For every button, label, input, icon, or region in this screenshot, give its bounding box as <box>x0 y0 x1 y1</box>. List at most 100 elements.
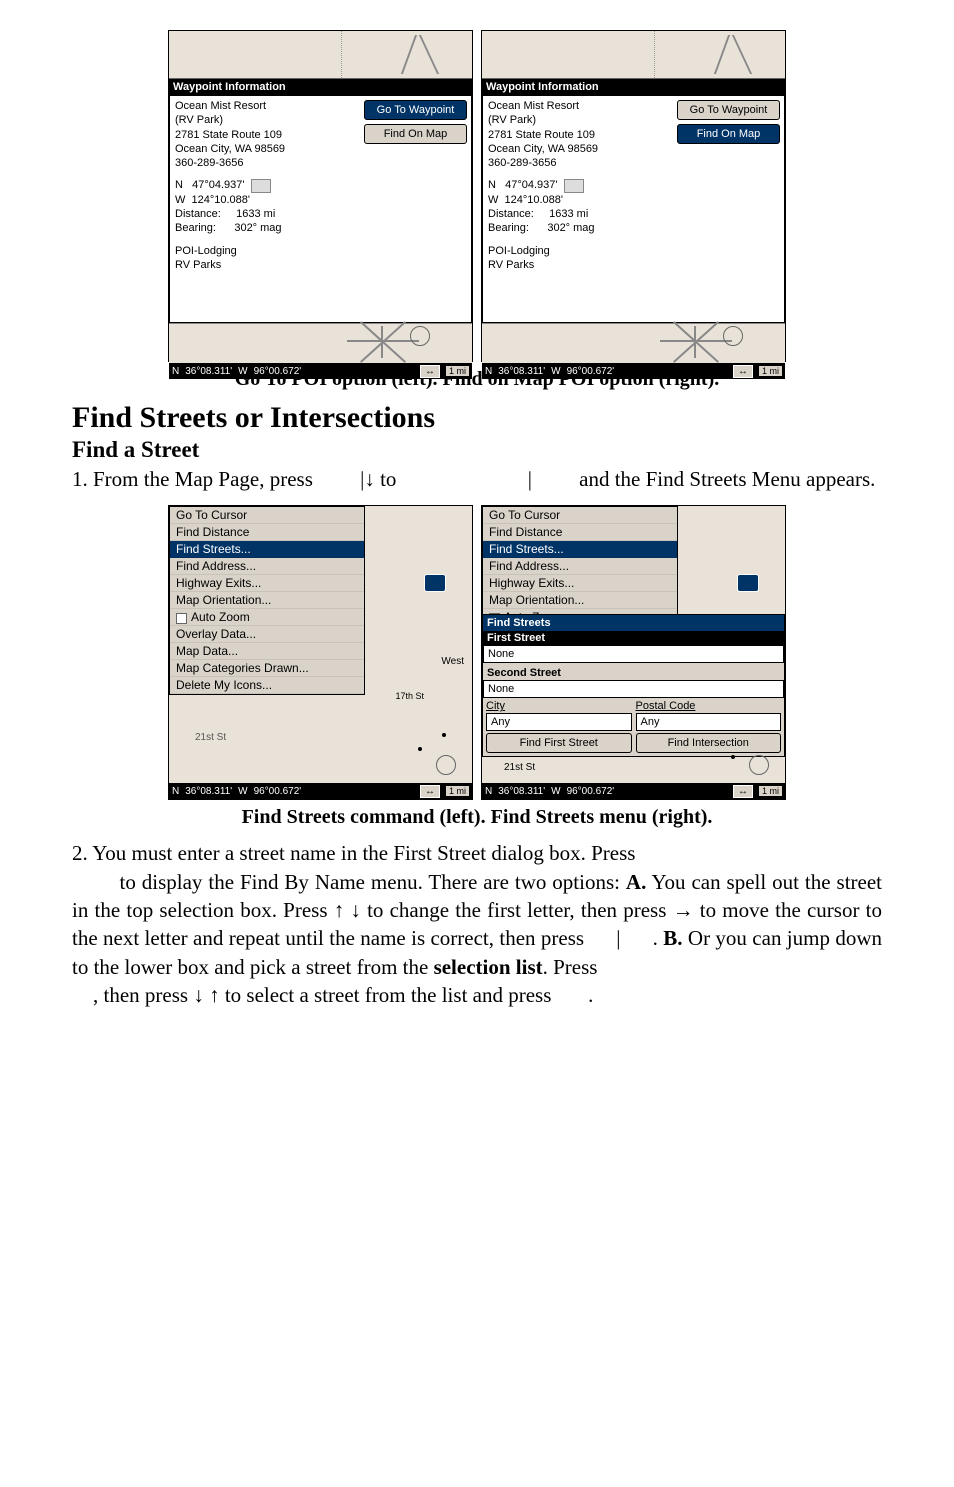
poi-name: Ocean Mist Resort <box>175 99 355 113</box>
poi-bear: Bearing: 302° mag <box>488 221 668 235</box>
city-label: City <box>486 700 632 712</box>
menu-delete-icons[interactable]: Delete My Icons... <box>170 677 364 694</box>
waypoint-buttons: Go To Waypoint Find On Map <box>673 96 784 322</box>
scale-indicator: 1 mi <box>759 786 782 796</box>
menu-go-to-cursor[interactable]: Go To Cursor <box>483 507 677 524</box>
gps-screen-left: Waypoint Information Ocean Mist Resort (… <box>168 30 473 362</box>
go-to-waypoint-button[interactable]: Go To Waypoint <box>364 100 467 120</box>
menu-find-distance[interactable]: Find Distance <box>170 524 364 541</box>
map-strip-top <box>169 31 472 79</box>
menu-find-address[interactable]: Find Address... <box>170 558 364 575</box>
menu-find-streets[interactable]: Find Streets... <box>170 541 364 558</box>
poi-cat1: POI-Lodging <box>175 244 355 258</box>
poi-lon: W 124°10.088' <box>175 193 355 207</box>
status-bar: N 36°08.311' W 96°00.672' ↔ 1 mi <box>482 783 785 799</box>
screenshot-row-2: Go To Cursor Find Distance Find Streets.… <box>72 505 882 800</box>
poi-addr2: Ocean City, WA 98569 <box>175 142 355 156</box>
poi-addr1: 2781 State Route 109 <box>175 128 355 142</box>
status-lon: 96°00.672' <box>254 366 302 377</box>
first-street-input[interactable]: None <box>483 645 784 663</box>
poi-cat2: RV Parks <box>175 258 355 272</box>
highway-shield-icon <box>424 574 446 592</box>
figure-caption-2: Find Streets command (left). Find Street… <box>72 806 882 829</box>
waypoint-details: Ocean Mist Resort (RV Park) 2781 State R… <box>483 96 673 322</box>
find-streets-panel: Find Streets First Street None Second St… <box>482 614 785 757</box>
west-label: West <box>441 656 464 667</box>
street-label-21st: 21st St <box>195 732 226 743</box>
poi-addr2: Ocean City, WA 98569 <box>488 142 668 156</box>
menu-screen-right: Go To Cursor Find Distance Find Streets.… <box>481 505 786 800</box>
menu-map-categories[interactable]: Map Categories Drawn... <box>170 660 364 677</box>
waypoint-info-header: Waypoint Information <box>482 79 785 95</box>
pan-arrow-icon[interactable]: ↔ <box>733 785 753 798</box>
menu-highway-exits[interactable]: Highway Exits... <box>170 575 364 592</box>
menu-map-data[interactable]: Map Data... <box>170 643 364 660</box>
map-strip-bottom <box>169 323 472 363</box>
find-first-street-button[interactable]: Find First Street <box>486 733 632 753</box>
menu-overlay-data[interactable]: Overlay Data... <box>170 626 364 643</box>
status-n: N <box>172 366 179 377</box>
waypoint-info-body: Ocean Mist Resort (RV Park) 2781 State R… <box>482 95 785 323</box>
waypoint-info-body: Ocean Mist Resort (RV Park) 2781 State R… <box>169 95 472 323</box>
menu-go-to-cursor[interactable]: Go To Cursor <box>170 507 364 524</box>
status-lat: 36°08.311' <box>185 366 232 377</box>
step-2-text: 2. You must enter a street name in the F… <box>72 839 882 1009</box>
status-bar: N 36°08.311' W 96°00.672' ↔ 1 mi <box>482 363 785 379</box>
gps-screen-right: Waypoint Information Ocean Mist Resort (… <box>481 30 786 362</box>
status-lon: 96°00.672' <box>567 366 615 377</box>
city-input[interactable]: Any <box>486 713 632 731</box>
pan-arrow-icon[interactable]: ↔ <box>420 785 440 798</box>
status-w: W <box>238 366 247 377</box>
poi-phone: 360-289-3656 <box>488 156 668 170</box>
map-dot <box>418 747 422 751</box>
second-street-input[interactable]: None <box>483 680 784 698</box>
menu-find-streets[interactable]: Find Streets... <box>483 541 677 558</box>
map-strip-bottom <box>482 323 785 363</box>
compass-icon <box>723 326 743 346</box>
waypoint-details: Ocean Mist Resort (RV Park) 2781 State R… <box>170 96 360 322</box>
find-intersection-button[interactable]: Find Intersection <box>636 733 782 753</box>
pan-arrow-icon[interactable]: ↔ <box>733 365 753 378</box>
map-menu-list-bg: Go To Cursor Find Distance Find Streets.… <box>482 506 678 627</box>
status-w: W <box>551 366 560 377</box>
section-heading: Find Streets or Intersections <box>72 401 882 435</box>
compass-icon <box>749 755 769 775</box>
poi-lat: N 47°04.937' <box>488 178 668 192</box>
poi-name: Ocean Mist Resort <box>488 99 668 113</box>
map-menu-list: Go To Cursor Find Distance Find Streets.… <box>169 506 365 695</box>
scale-indicator: 1 mi <box>759 366 782 376</box>
rv-icon <box>251 179 271 193</box>
postal-input[interactable]: Any <box>636 713 782 731</box>
poi-lon: W 124°10.088' <box>488 193 668 207</box>
poi-subtitle: (RV Park) <box>175 113 355 127</box>
menu-screen-left: Go To Cursor Find Distance Find Streets.… <box>168 505 473 800</box>
find-on-map-button[interactable]: Find On Map <box>677 124 780 144</box>
map-dot <box>731 755 735 759</box>
map-strip-top <box>482 31 785 79</box>
subsection-heading: Find a Street <box>72 437 882 463</box>
find-on-map-button[interactable]: Find On Map <box>364 124 467 144</box>
status-bar: N 36°08.311' W 96°00.672' ↔ 1 mi <box>169 783 472 799</box>
menu-map-orientation[interactable]: Map Orientation... <box>483 592 677 609</box>
second-street-label: Second Street <box>483 666 784 680</box>
status-lat: 36°08.311' <box>498 366 545 377</box>
go-to-waypoint-button[interactable]: Go To Waypoint <box>677 100 780 120</box>
pan-arrow-icon[interactable]: ↔ <box>420 365 440 378</box>
compass-icon <box>436 755 456 775</box>
menu-find-address[interactable]: Find Address... <box>483 558 677 575</box>
poi-cat1: POI-Lodging <box>488 244 668 258</box>
postal-label: Postal Code <box>636 700 782 712</box>
menu-map-orientation[interactable]: Map Orientation... <box>170 592 364 609</box>
waypoint-buttons: Go To Waypoint Find On Map <box>360 96 471 322</box>
scale-indicator: 1 mi <box>446 366 469 376</box>
menu-highway-exits[interactable]: Highway Exits... <box>483 575 677 592</box>
step-1-text: 1. From the Map Page, press |↓ to | and … <box>72 465 882 493</box>
menu-find-distance[interactable]: Find Distance <box>483 524 677 541</box>
first-street-label: First Street <box>483 631 784 645</box>
status-n: N <box>485 366 492 377</box>
screenshot-row-1: Waypoint Information Ocean Mist Resort (… <box>72 30 882 362</box>
street-label-21st: 21st St <box>504 762 535 773</box>
menu-auto-zoom[interactable]: Auto Zoom <box>170 609 364 626</box>
poi-subtitle: (RV Park) <box>488 113 668 127</box>
map-dot <box>442 733 446 737</box>
